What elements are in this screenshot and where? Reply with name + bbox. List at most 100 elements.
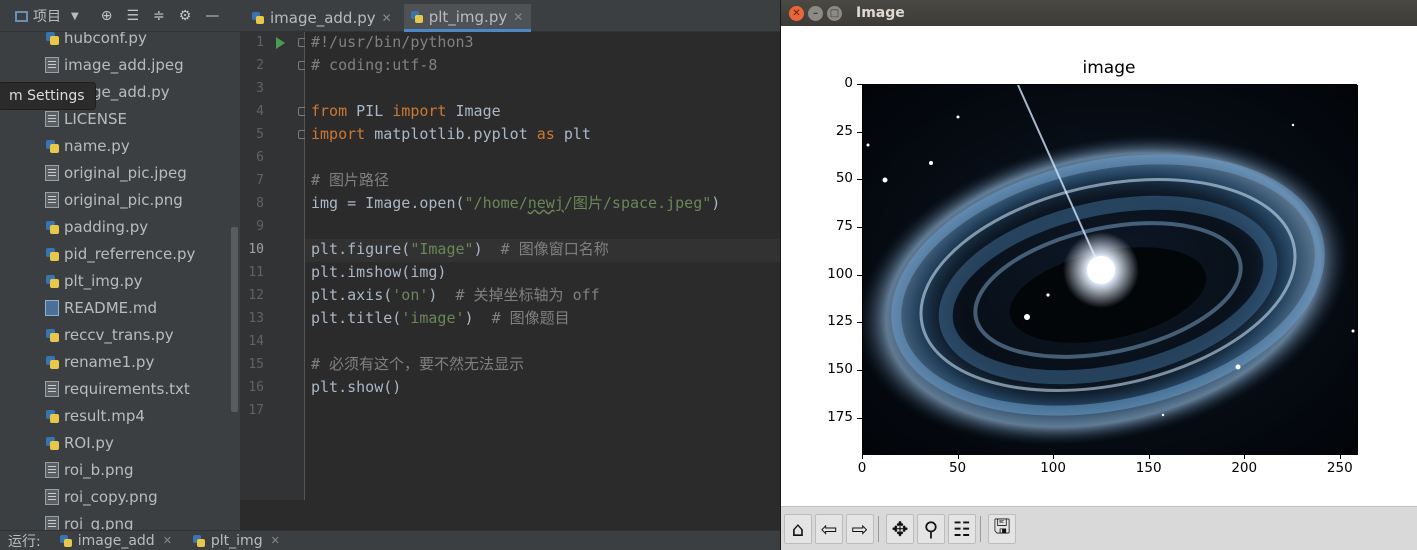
code-token: 'on' <box>392 286 429 304</box>
file-tree-item[interactable]: image_add.jpeg <box>45 51 184 78</box>
file-tree-item[interactable]: name.py <box>45 132 130 159</box>
code-token: from <box>311 102 348 120</box>
file-name: requirements.txt <box>64 379 190 398</box>
line-number: 4 <box>256 104 264 119</box>
tab-image-add[interactable]: image_add.py ✕ <box>245 4 400 32</box>
file-tree-item[interactable]: result.mp4 <box>45 402 145 429</box>
code-line: plt.show() <box>311 376 401 399</box>
y-tick-label: 125 <box>827 313 853 330</box>
python-file-icon <box>45 246 59 262</box>
run-icon[interactable] <box>276 37 285 49</box>
sidebar-scrollbar[interactable] <box>231 227 238 412</box>
configure-icon[interactable]: ☷ <box>948 513 976 544</box>
project-toolbar: ⊕ ☰ ≑ ⚙ — <box>101 8 220 24</box>
close-icon[interactable]: ✕ <box>513 10 523 24</box>
file-tree-item[interactable]: pid_referrence.py <box>45 240 195 267</box>
file-tree-item[interactable]: padding.py <box>45 213 148 240</box>
close-icon[interactable]: ✕ <box>163 534 172 547</box>
y-tick-label: 0 <box>844 75 853 91</box>
code-token: plt.axis( <box>311 286 393 304</box>
window-titlebar[interactable]: ✕ – □ Image <box>781 0 1417 26</box>
space-galaxy-image <box>856 84 1358 455</box>
line-number: 12 <box>248 288 264 303</box>
document-file-icon <box>45 164 59 181</box>
code-token: plt.title( <box>311 309 402 327</box>
locate-icon[interactable]: ⊕ <box>101 8 113 24</box>
matplotlib-window: ✕ – □ Image image 0 25 50 75 100 125 150 175 0 50… <box>780 0 1417 550</box>
file-tree-item[interactable]: roi_b.png <box>45 456 134 483</box>
run-tab-image-add[interactable]: image_add ✕ <box>59 533 172 549</box>
python-file-icon <box>45 435 59 451</box>
code-token: plt.figure( <box>311 240 411 258</box>
line-number: 9 <box>256 219 264 234</box>
hide-icon[interactable]: — <box>205 8 219 24</box>
file-name: image_add.jpeg <box>64 55 184 74</box>
file-tree-item[interactable]: roi_copy.png <box>45 483 158 510</box>
gear-icon[interactable]: ⚙ <box>179 8 192 24</box>
zoom-icon[interactable]: ⚲ <box>917 513 945 544</box>
file-tree-item[interactable]: original_pic.png <box>45 186 183 213</box>
code-token: plt <box>554 125 591 143</box>
line-number: 17 <box>248 403 264 418</box>
plot-title: image <box>1082 58 1136 78</box>
y-tick-label: 175 <box>827 408 853 425</box>
close-window-icon[interactable]: ✕ <box>789 5 804 21</box>
home-icon[interactable]: ⌂ <box>784 513 812 544</box>
back-icon[interactable]: ⇦ <box>815 513 843 544</box>
file-name: name.py <box>64 136 130 155</box>
file-name: README.md <box>64 298 158 317</box>
python-file-icon <box>45 273 59 289</box>
file-name: reccv_trans.py <box>64 325 174 344</box>
project-header[interactable]: 项目 ▼ ⊕ ☰ ≑ ⚙ — <box>0 0 240 32</box>
y-tick-label: 75 <box>835 218 853 235</box>
file-name: roi_g.png <box>64 514 134 531</box>
python-file-icon <box>45 327 59 343</box>
tab-label: image_add.py <box>270 9 376 27</box>
matplotlib-toolbar: ⌂ ⇦ ⇨ ✥ ⚲ ☷ 🖫 <box>781 506 1417 550</box>
collapse-all-icon[interactable]: ≑ <box>153 8 165 24</box>
tab-plt-img[interactable]: plt_img.py ✕ <box>403 4 532 32</box>
x-tick-label: 200 <box>1231 460 1258 476</box>
file-tree-item[interactable]: hubconf.py <box>45 32 147 51</box>
file-tree-item[interactable]: reccv_trans.py <box>45 321 174 348</box>
pycharm-ide: 项目 ▼ ⊕ ☰ ≑ ⚙ — image_add.py ✕ plt_img.py… <box>0 0 780 550</box>
file-tree-item[interactable]: roi_g.png <box>45 510 134 530</box>
close-icon[interactable]: ✕ <box>382 11 392 25</box>
code-token: ) <box>711 194 721 212</box>
forward-icon[interactable]: ⇨ <box>846 513 874 544</box>
file-tree-item[interactable]: plt_img.py <box>45 267 143 294</box>
python-file-icon <box>45 354 59 370</box>
maximize-icon[interactable]: □ <box>827 5 842 21</box>
code-editor[interactable]: #!/usr/bin/python3 # coding:utf-8 from PIL… <box>305 32 780 500</box>
code-token: #!/usr/bin/python3 <box>311 33 474 51</box>
chevron-down-icon[interactable]: ▼ <box>71 11 79 22</box>
document-file-icon <box>45 461 59 478</box>
window-title: Image <box>856 5 905 21</box>
file-tree-item[interactable]: requirements.txt <box>45 375 190 402</box>
toolbar-separator <box>980 515 981 542</box>
python-file-icon <box>45 219 59 235</box>
file-name: roi_copy.png <box>64 487 158 506</box>
figure-canvas[interactable]: image 0 25 50 75 100 125 150 175 0 50 100 150 200 250 <box>781 26 1417 506</box>
file-tree-item[interactable]: rename1.py <box>45 348 154 375</box>
save-icon[interactable]: 🖫 <box>988 513 1016 544</box>
line-number: 5 <box>256 127 264 142</box>
document-file-icon <box>45 110 59 127</box>
run-tab-plt-img[interactable]: plt_img ✕ <box>192 533 280 549</box>
pan-icon[interactable]: ✥ <box>886 513 914 544</box>
document-file-icon <box>45 488 59 505</box>
python-file-icon <box>45 408 59 424</box>
file-name: original_pic.png <box>64 190 183 209</box>
file-name: rename1.py <box>64 352 155 371</box>
code-line: plt.title('image') # 图像题目 <box>311 307 570 330</box>
close-icon[interactable]: ✕ <box>271 534 280 547</box>
code-token: # coding:utf-8 <box>311 56 438 74</box>
minimize-icon[interactable]: – <box>808 5 823 21</box>
file-tree-item[interactable]: original_pic.jpeg <box>45 159 187 186</box>
file-tree-item[interactable]: ROI.py <box>45 429 114 456</box>
expand-all-icon[interactable]: ☰ <box>126 8 139 24</box>
line-number: 1 <box>256 35 264 50</box>
code-token: import <box>311 125 366 143</box>
file-tree-item[interactable]: README.md <box>45 294 157 321</box>
y-tick-label: 150 <box>827 361 853 378</box>
